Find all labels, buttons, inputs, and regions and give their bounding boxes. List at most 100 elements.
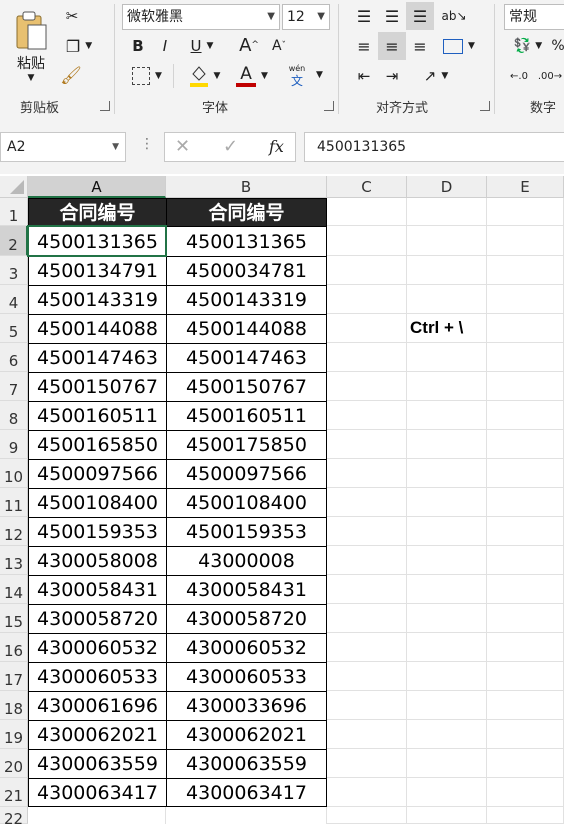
cell-b15[interactable]: 4300058720	[166, 604, 327, 633]
cell-b18[interactable]: 4300033696	[166, 691, 327, 720]
cell-b20[interactable]: 4300063559	[166, 749, 327, 778]
cancel-icon[interactable]: ✕	[175, 136, 190, 157]
row-header-14[interactable]: 14	[0, 575, 28, 604]
phonetic-button[interactable]: wén 文	[284, 62, 310, 90]
cell-a8[interactable]: 4500160511	[28, 401, 166, 430]
cell-a14[interactable]: 4300058431	[28, 575, 166, 604]
paste-button[interactable]: 粘贴 ▼	[8, 4, 54, 90]
cell-b13[interactable]: 43000008	[166, 546, 327, 575]
cell-b10[interactable]: 4500097566	[166, 459, 327, 488]
cell-b16[interactable]: 4300060532	[166, 633, 327, 662]
row-header-5[interactable]: 5	[0, 314, 28, 343]
row-header-9[interactable]: 9	[0, 430, 28, 459]
insert-function-icon[interactable]: fx	[269, 137, 284, 156]
row-header-15[interactable]: 15	[0, 604, 28, 633]
bold-button[interactable]: B	[128, 34, 148, 58]
row-header-1[interactable]: 1	[0, 198, 28, 226]
text-orientation-button[interactable]: ab↘	[440, 4, 468, 28]
row-header-18[interactable]: 18	[0, 691, 28, 720]
merge-center-button[interactable]: ▼	[438, 34, 480, 58]
name-box[interactable]: A2 ▼	[0, 132, 126, 162]
align-bottom-button[interactable]: ☰	[406, 2, 434, 30]
copy-button[interactable]: ❐ ▼	[58, 34, 100, 58]
align-middle-button[interactable]: ☰	[380, 4, 404, 28]
row-header-2[interactable]: 2	[0, 226, 28, 256]
cell-a3[interactable]: 4500134791	[28, 256, 166, 285]
align-right-button[interactable]: ≡	[408, 34, 432, 58]
cell-a9[interactable]: 4500165850	[28, 430, 166, 459]
borders-button[interactable]: ▼	[126, 64, 168, 88]
cell-b12[interactable]: 4500159353	[166, 517, 327, 546]
row-header-12[interactable]: 12	[0, 517, 28, 546]
cell-a20[interactable]: 4300063559	[28, 749, 166, 778]
format-painter-button[interactable]: 🖌	[58, 64, 84, 88]
cell-b9[interactable]: 4500175850	[166, 430, 327, 459]
cell-a10[interactable]: 4500097566	[28, 459, 166, 488]
more-options-icon[interactable]: ⋮	[140, 136, 154, 152]
align-center-button[interactable]: ≡	[378, 32, 406, 60]
column-header-c[interactable]: C	[327, 176, 407, 198]
cell-b2[interactable]: 4500131365	[166, 226, 327, 256]
column-header-e[interactable]: E	[487, 176, 564, 198]
cell-b7[interactable]: 4500150767	[166, 372, 327, 401]
row-header-19[interactable]: 19	[0, 720, 28, 749]
alignment-launcher-icon[interactable]	[480, 101, 490, 111]
cell-b8[interactable]: 4500160511	[166, 401, 327, 430]
row-header-21[interactable]: 21	[0, 778, 28, 807]
select-all-corner[interactable]	[0, 176, 28, 198]
font-launcher-icon[interactable]	[324, 101, 334, 111]
shrink-font-button[interactable]: Aˇ	[266, 34, 292, 58]
row-header-16[interactable]: 16	[0, 633, 28, 662]
cell-b19[interactable]: 4300062021	[166, 720, 327, 749]
clipboard-launcher-icon[interactable]	[100, 101, 110, 111]
row-header-20[interactable]: 20	[0, 749, 28, 778]
cell-a16[interactable]: 4300060532	[28, 633, 166, 662]
cell-a19[interactable]: 4300062021	[28, 720, 166, 749]
decrease-decimal-button[interactable]: .00→	[536, 64, 564, 88]
increase-indent-button[interactable]: ⇥	[380, 64, 404, 88]
column-header-d[interactable]: D	[407, 176, 487, 198]
cell-b17[interactable]: 4300060533	[166, 662, 327, 691]
number-format-dropdown[interactable]: 常规	[504, 4, 564, 30]
column-header-b[interactable]: B	[166, 176, 327, 198]
row-header-7[interactable]: 7	[0, 372, 28, 401]
increase-decimal-button[interactable]: ←.0	[506, 64, 532, 88]
formula-input[interactable]: 4500131365	[304, 132, 564, 162]
cell-a13[interactable]: 4300058008	[28, 546, 166, 575]
cell-b22[interactable]	[166, 807, 327, 824]
underline-button[interactable]: U ▼	[182, 34, 222, 58]
accounting-format-button[interactable]: 💱 ▼	[506, 34, 550, 58]
cell-b5[interactable]: 4500144088	[166, 314, 327, 343]
cell-a17[interactable]: 4300060533	[28, 662, 166, 691]
align-top-button[interactable]: ☰	[352, 4, 376, 28]
fill-color-button[interactable]: ▼	[180, 62, 228, 90]
cell-a7[interactable]: 4500150767	[28, 372, 166, 401]
italic-button[interactable]: I	[155, 34, 175, 58]
cell-a2[interactable]: 4500131365	[28, 226, 166, 256]
grow-font-button[interactable]: A ^	[236, 32, 262, 58]
cell-a18[interactable]: 4300061696	[28, 691, 166, 720]
cell-b14[interactable]: 4300058431	[166, 575, 327, 604]
row-header-13[interactable]: 13	[0, 546, 28, 575]
row-header-8[interactable]: 8	[0, 401, 28, 430]
row-header-22[interactable]: 22	[0, 807, 28, 828]
cut-button[interactable]: ✂	[60, 4, 84, 28]
cell-a11[interactable]: 4500108400	[28, 488, 166, 517]
cell-b21[interactable]: 4300063417	[166, 778, 327, 807]
row-header-4[interactable]: 4	[0, 285, 28, 314]
cell-a22[interactable]	[28, 807, 166, 824]
row-header-6[interactable]: 6	[0, 343, 28, 372]
column-header-a[interactable]: A	[28, 176, 166, 198]
align-left-button[interactable]: ≡	[352, 34, 376, 58]
percent-button[interactable]: %	[551, 34, 564, 58]
cell-b11[interactable]: 4500108400	[166, 488, 327, 517]
enter-icon[interactable]: ✓	[223, 136, 238, 157]
chevron-down-icon[interactable]: ▼	[316, 70, 323, 80]
font-name-dropdown[interactable]: 微软雅黑 ▼	[122, 4, 280, 30]
row-header-17[interactable]: 17	[0, 662, 28, 691]
cell-a12[interactable]: 4500159353	[28, 517, 166, 546]
cell-a4[interactable]: 4500143319	[28, 285, 166, 314]
cell-a6[interactable]: 4500147463	[28, 343, 166, 372]
row-header-10[interactable]: 10	[0, 459, 28, 488]
cell-b4[interactable]: 4500143319	[166, 285, 327, 314]
